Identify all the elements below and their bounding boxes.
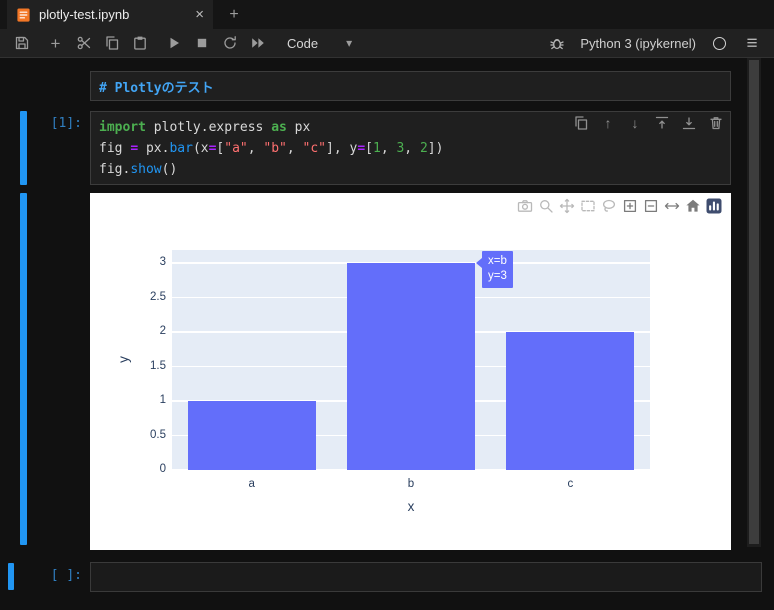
- move-down-icon[interactable]: ↓: [627, 115, 643, 131]
- delete-icon[interactable]: [708, 115, 724, 131]
- output-area: y x x=b y=3 0 0.5 1 1.5 2 2.5 3 a b c: [90, 193, 731, 550]
- lasso-icon[interactable]: [600, 197, 617, 214]
- empty-cell-collapser[interactable]: [8, 563, 14, 590]
- execution-prompt: [1]:: [50, 116, 82, 131]
- empty-code-cell[interactable]: [90, 562, 762, 592]
- duplicate-icon[interactable]: [573, 115, 589, 131]
- tooltip-line: x=b: [488, 255, 507, 268]
- kernel-controls: Python 3 (ipykernel) ≡: [547, 33, 764, 53]
- zoom-out-icon[interactable]: [642, 197, 659, 214]
- pan-icon[interactable]: [558, 197, 575, 214]
- restart-icon[interactable]: [218, 32, 241, 55]
- notebook-icon: [16, 7, 31, 23]
- markdown-cell[interactable]: # Plotlyのテスト: [90, 71, 731, 101]
- autoscale-icon[interactable]: [663, 197, 680, 214]
- scrollbar[interactable]: [747, 58, 761, 547]
- jupyterlab-window: plotly-test.ipynb × + + Code ▾ Python 3 …: [0, 0, 774, 610]
- y-tick-label: 0: [159, 463, 166, 475]
- notebook-toolbar: + Code ▾ Python 3 (ipykernel) ≡: [0, 29, 774, 58]
- input-collapser[interactable]: [20, 111, 27, 185]
- cut-icon[interactable]: [72, 32, 95, 55]
- insert-above-icon[interactable]: [654, 115, 670, 131]
- chart-bar-a[interactable]: [187, 401, 316, 470]
- kernel-name[interactable]: Python 3 (ipykernel): [580, 36, 696, 51]
- code-cell[interactable]: import plotly.express as px fig = px.bar(…: [90, 111, 731, 185]
- insert-below-icon[interactable]: [681, 115, 697, 131]
- tab-bar: plotly-test.ipynb × +: [0, 0, 774, 29]
- save-icon[interactable]: [10, 32, 33, 55]
- kernel-status-icon[interactable]: [709, 33, 729, 53]
- x-axis-label: x: [407, 499, 415, 514]
- menu-icon[interactable]: ≡: [742, 33, 762, 53]
- plotly-modebar: [516, 197, 722, 214]
- move-up-icon[interactable]: ↑: [600, 115, 616, 131]
- x-tick-label: b: [407, 478, 415, 490]
- plot-area: [172, 250, 650, 471]
- chart-bar-c[interactable]: [506, 332, 635, 470]
- code-line: fig.show(): [99, 162, 178, 177]
- toolbar-buttons: +: [10, 32, 269, 55]
- y-tick-label: 1: [159, 394, 166, 407]
- hover-tooltip: x=b y=3: [476, 251, 513, 288]
- y-tick-label: 2.5: [150, 290, 166, 303]
- chart-bar-b[interactable]: [347, 263, 475, 470]
- notebook-area: # Plotlyのテスト [1]: import plotly.express …: [0, 58, 774, 610]
- output-collapser[interactable]: [20, 193, 27, 545]
- tooltip-line: y=3: [488, 270, 507, 283]
- scrollbar-thumb[interactable]: [749, 60, 759, 544]
- run-icon[interactable]: [162, 32, 185, 55]
- y-tick-label: 3: [159, 256, 166, 269]
- tab-title: plotly-test.ipynb: [39, 7, 130, 22]
- box-select-icon[interactable]: [579, 197, 596, 214]
- fast-forward-icon[interactable]: [246, 32, 269, 55]
- zoom-icon[interactable]: [537, 197, 554, 214]
- cell-type-dropdown[interactable]: Code ▾: [287, 36, 352, 51]
- x-tick-label: a: [248, 478, 255, 490]
- code-line: fig = px.bar(x=["a", "b", "c"], y=[1, 3,…: [99, 141, 444, 156]
- tab-plotly-test[interactable]: plotly-test.ipynb ×: [7, 0, 213, 29]
- y-tick-label: 1.5: [150, 359, 166, 372]
- new-tab-button[interactable]: +: [221, 0, 247, 29]
- paste-icon[interactable]: [128, 32, 151, 55]
- cell-type-value: Code: [287, 35, 319, 51]
- stop-icon[interactable]: [190, 32, 213, 55]
- close-icon[interactable]: ×: [195, 6, 204, 23]
- camera-icon[interactable]: [516, 197, 533, 214]
- x-tick-label: c: [567, 478, 574, 490]
- y-tick-label: 2: [159, 325, 166, 338]
- plotly-logo-icon[interactable]: [705, 197, 722, 214]
- markdown-source: # Plotlyのテスト: [99, 81, 214, 96]
- home-icon[interactable]: [684, 197, 701, 214]
- debugger-bug-icon[interactable]: [547, 33, 567, 53]
- add-icon[interactable]: +: [44, 32, 67, 55]
- zoom-in-icon[interactable]: [621, 197, 638, 214]
- chevron-down-icon: ▾: [346, 36, 353, 50]
- cell-toolbar: ↑ ↓: [573, 115, 724, 131]
- copy-icon[interactable]: [100, 32, 123, 55]
- y-tick-label: 0.5: [150, 428, 166, 441]
